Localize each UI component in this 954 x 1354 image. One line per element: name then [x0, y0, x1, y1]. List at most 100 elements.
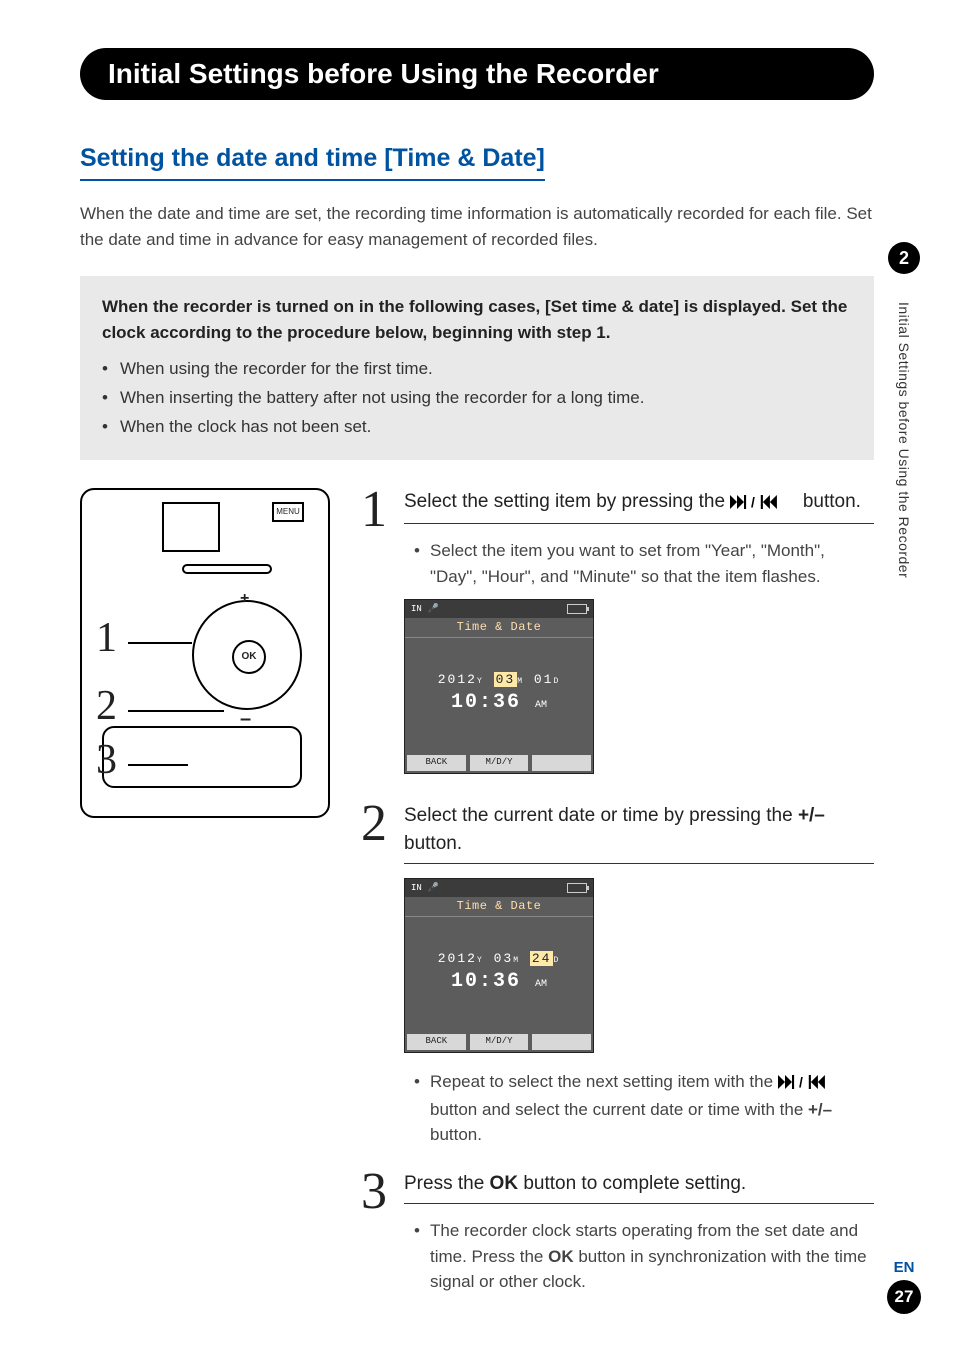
lcd-title: Time & Date	[405, 897, 593, 917]
lcd-time: 10:36	[451, 970, 521, 993]
step-number: 2	[358, 802, 390, 1158]
ok-label: OK	[490, 1173, 519, 1194]
lcd-screenshot-2: IN 🎤 Time & Date 2012Y 03M 24D	[404, 878, 594, 1053]
lcd-month: 03	[494, 951, 514, 966]
fast-forward-rewind-icon: /	[778, 1071, 845, 1097]
step-2: 2 Select the current date or time by pre…	[358, 802, 874, 1158]
battery-icon	[567, 883, 587, 893]
plus-minus-label: +/–	[798, 805, 825, 826]
lcd-softkey-format: M/D/Y	[470, 755, 529, 771]
leader-line	[128, 764, 188, 766]
device-column: MENU OK + – 1 2 3	[80, 488, 330, 1317]
device-lower-buttons	[102, 726, 302, 788]
leader-line	[128, 642, 192, 644]
lcd-day-highlighted: 24	[530, 951, 554, 966]
page-number-badge: 27	[887, 1280, 921, 1314]
step-title-text: Select the current date or time by press…	[404, 805, 798, 826]
callout-box: When the recorder is turned on in the fo…	[80, 276, 874, 460]
lcd-dial: 2012Y 03M 01D 10:36 AM	[405, 638, 593, 746]
lcd-softkey-back: BACK	[407, 1034, 466, 1050]
lcd-status-in: IN	[411, 604, 422, 614]
running-head-vertical: Initial Settings before Using the Record…	[896, 302, 912, 578]
step-title-text: button.	[803, 491, 861, 512]
callout-list: When using the recorder for the first ti…	[102, 355, 852, 442]
intro-paragraph: When the date and time are set, the reco…	[80, 201, 874, 252]
lcd-status-bar: IN 🎤	[405, 600, 593, 618]
callout-item: When using the recorder for the first ti…	[102, 355, 852, 384]
plus-icon: +	[240, 590, 249, 608]
mic-icon: 🎤	[428, 604, 439, 614]
step-bullet: Select the item you want to set from "Ye…	[418, 538, 874, 589]
step-title: Select the setting item by pressing the …	[404, 488, 874, 525]
device-diagram: MENU OK + – 1 2 3	[80, 488, 330, 818]
callout-heading: When the recorder is turned on in the fo…	[102, 294, 852, 345]
lcd-softkey-empty	[532, 755, 591, 771]
fast-forward-rewind-icon: /	[730, 490, 797, 518]
step-title: Select the current date or time by press…	[404, 802, 874, 864]
language-code: EN	[884, 1259, 924, 1276]
manual-page: Initial Settings before Using the Record…	[0, 0, 954, 1354]
step-title-text: button to complete setting.	[523, 1173, 746, 1194]
callout-item: When the clock has not been set.	[102, 413, 852, 442]
lcd-ampm: AM	[535, 979, 547, 990]
lcd-month-highlighted: 03	[494, 672, 518, 687]
page-footer: EN 27	[884, 1259, 924, 1314]
lcd-day-suffix: D	[553, 677, 560, 686]
lcd-softkeys: BACK M/D/Y	[405, 755, 593, 773]
device-menu-button: MENU	[272, 502, 304, 522]
mic-icon: 🎤	[428, 883, 439, 893]
page-title: Initial Settings before Using the Record…	[108, 58, 659, 89]
ok-label: OK	[548, 1247, 574, 1266]
step-title-text: button.	[404, 833, 462, 854]
lcd-softkeys: BACK M/D/Y	[405, 1034, 593, 1052]
step-bullet: The recorder clock starts operating from…	[418, 1218, 874, 1295]
lcd-screenshot-1: IN 🎤 Time & Date 2012Y 03M 01D	[404, 599, 594, 774]
lcd-softkey-format: M/D/Y	[470, 1034, 529, 1050]
leader-line	[128, 710, 224, 712]
device-screen-outline	[162, 502, 220, 552]
bullet-text: button and select the current date or ti…	[430, 1100, 808, 1119]
lcd-date-row: 2012Y 03M 01D	[405, 638, 593, 687]
callout-item: When inserting the battery after not usi…	[102, 384, 852, 413]
step-bullets: Repeat to select the next setting item w…	[404, 1069, 874, 1148]
lcd-ampm: AM	[535, 700, 547, 711]
lcd-year: 2012	[438, 951, 477, 966]
side-rail: 2 Initial Settings before Using the Reco…	[884, 242, 924, 578]
lcd-year-suffix: Y	[477, 677, 484, 686]
lcd-status-in: IN	[411, 883, 422, 893]
step-title: Press the OK button to complete setting.	[404, 1170, 874, 1205]
plus-minus-label: +/–	[808, 1100, 832, 1119]
step-3: 3 Press the OK button to complete settin…	[358, 1170, 874, 1305]
lcd-month-suffix: M	[517, 677, 524, 686]
step-number: 3	[358, 1170, 390, 1305]
diagram-callout-3: 3	[96, 736, 117, 784]
bullet-text: button.	[430, 1125, 482, 1144]
battery-icon	[567, 604, 587, 614]
svg-text:/: /	[799, 1075, 803, 1089]
steps-column: 1 Select the setting item by pressing th…	[358, 488, 874, 1317]
lcd-year: 2012	[438, 672, 477, 687]
lcd-day: 01	[534, 672, 554, 687]
lcd-time-row: 10:36 AM	[405, 687, 593, 714]
lcd-title: Time & Date	[405, 618, 593, 638]
step-title-text: Press the	[404, 1173, 490, 1194]
step-body: Press the OK button to complete setting.…	[404, 1170, 874, 1305]
lcd-softkey-back: BACK	[407, 755, 466, 771]
step-1: 1 Select the setting item by pressing th…	[358, 488, 874, 791]
step-body: Select the setting item by pressing the …	[404, 488, 874, 791]
diagram-callout-2: 2	[96, 682, 117, 730]
content-row: MENU OK + – 1 2 3 1	[80, 488, 874, 1317]
step-body: Select the current date or time by press…	[404, 802, 874, 1158]
step-title-text: Select the setting item by pressing the	[404, 491, 730, 512]
step-bullet: Repeat to select the next setting item w…	[418, 1069, 874, 1148]
step-bullets: The recorder clock starts operating from…	[404, 1218, 874, 1295]
page-title-bar: Initial Settings before Using the Record…	[80, 48, 874, 100]
chapter-number-badge: 2	[888, 242, 920, 274]
step-number: 1	[358, 488, 390, 791]
diagram-callout-1: 1	[96, 614, 117, 662]
lcd-month-suffix: M	[513, 956, 520, 965]
lcd-time-row: 10:36 AM	[405, 966, 593, 993]
lcd-day-suffix: D	[553, 956, 560, 965]
device-ok-button: OK	[232, 640, 266, 674]
lcd-date-row: 2012Y 03M 24D	[405, 917, 593, 966]
